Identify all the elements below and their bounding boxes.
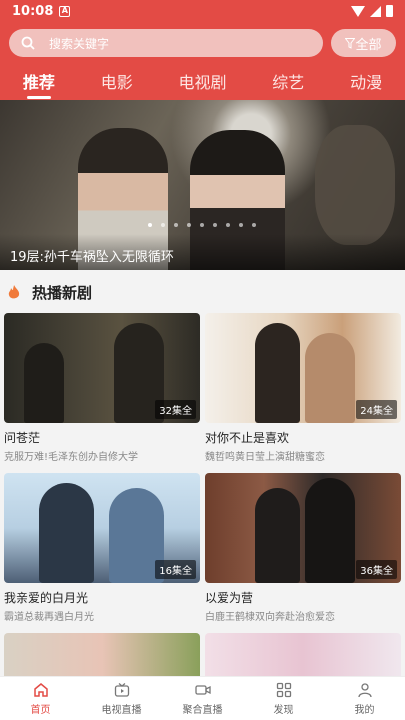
banner-dot[interactable] [187,223,191,227]
status-time: 10:08 [12,3,54,19]
nav-tv-live[interactable]: 电视直播 [81,677,162,720]
app-header: 10:08 A 搜索关键字 全部 推荐 电影 电视剧 综艺 动漫 [0,0,405,100]
tab-movie[interactable]: 电影 [101,69,133,99]
drama-subtitle: 魏哲鸣黄日莹上演甜糖蜜恋 [205,452,325,463]
video-camera-icon [194,684,211,695]
nav-label: 聚合直播 [182,704,223,716]
home-icon [33,682,48,697]
filter-icon [345,37,356,49]
drama-poster: 32集全 [4,313,200,423]
tab-tv-series[interactable]: 电视剧 [178,69,226,99]
episode-badge: 24集全 [356,400,397,419]
nav-home[interactable]: 首页 [0,677,81,720]
episode-badge: 32集全 [155,400,196,419]
banner-dot[interactable] [226,223,230,227]
drama-title: 问苍茫 [4,431,41,445]
drama-poster: 16集全 [4,473,200,583]
filter-all-button[interactable]: 全部 [331,29,396,57]
drama-card[interactable]: 24集全 对你不止是喜欢 魏哲鸣黄日莹上演甜糖蜜恋 [205,313,401,463]
banner-pagination [148,223,256,227]
banner-dot[interactable] [148,223,152,227]
status-bar: 10:08 A [0,0,405,22]
drama-title: 以爱为营 [205,591,254,605]
drama-card[interactable]: 16集全 我亲爱的白月光 霸道总裁再遇白月光 [4,473,200,623]
drama-card[interactable]: 32集全 问苍茫 克服万难!毛泽东创办自修大学 [4,313,200,463]
bottom-navigation: 首页 电视直播 聚合直播 发现 我的 [0,676,405,720]
banner-dot[interactable] [174,223,178,227]
banner-dot[interactable] [213,223,217,227]
tab-variety[interactable]: 综艺 [272,69,304,99]
tab-recommend[interactable]: 推荐 [23,69,55,99]
banner-dot[interactable] [239,223,243,227]
user-icon [357,682,372,697]
featured-banner[interactable]: 19层:孙千车祸坠入无限循环 [0,100,405,270]
banner-statue-image [315,125,395,245]
banner-caption: 19层:孙千车祸坠入无限循环 [0,234,405,270]
grid-icon [276,682,291,697]
nav-discover[interactable]: 发现 [243,677,324,720]
banner-dot[interactable] [161,223,165,227]
fire-icon [8,285,20,299]
episode-badge: 36集全 [356,560,397,579]
category-tabs: 推荐 电影 电视剧 综艺 动漫 [0,69,405,99]
nav-profile[interactable]: 我的 [324,677,405,720]
drama-subtitle: 霸道总裁再遇白月光 [4,612,94,623]
search-icon [21,36,35,50]
nav-label: 首页 [30,704,51,716]
signal-icon [370,5,381,17]
filter-label: 全部 [355,37,382,53]
drama-subtitle: 白鹿王鹤棣双向奔赴治愈爱恋 [205,612,335,623]
drama-card[interactable]: 36集全 以爱为营 白鹿王鹤棣双向奔赴治愈爱恋 [205,473,401,623]
episode-badge: 16集全 [155,560,196,579]
banner-dot[interactable] [252,223,256,227]
tv-icon [114,682,129,697]
nav-label: 我的 [354,704,375,716]
drama-title: 对你不止是喜欢 [205,431,290,445]
section-header: 热播新剧 [8,282,92,303]
banner-dot[interactable] [200,223,204,227]
battery-icon [386,5,393,17]
wifi-icon [351,5,365,17]
nav-label: 发现 [273,704,294,716]
drama-subtitle: 克服万难!毛泽东创办自修大学 [4,452,139,463]
section-title: 热播新剧 [32,284,93,302]
drama-title: 我亲爱的白月光 [4,591,89,605]
drama-poster: 24集全 [205,313,401,423]
tab-anime[interactable]: 动漫 [350,69,382,99]
search-placeholder: 搜索关键字 [49,36,110,51]
notification-icon: A [59,5,71,17]
nav-aggregate-live[interactable]: 聚合直播 [162,677,243,720]
drama-poster: 36集全 [205,473,401,583]
nav-label: 电视直播 [101,704,142,716]
search-input[interactable]: 搜索关键字 [9,29,323,57]
